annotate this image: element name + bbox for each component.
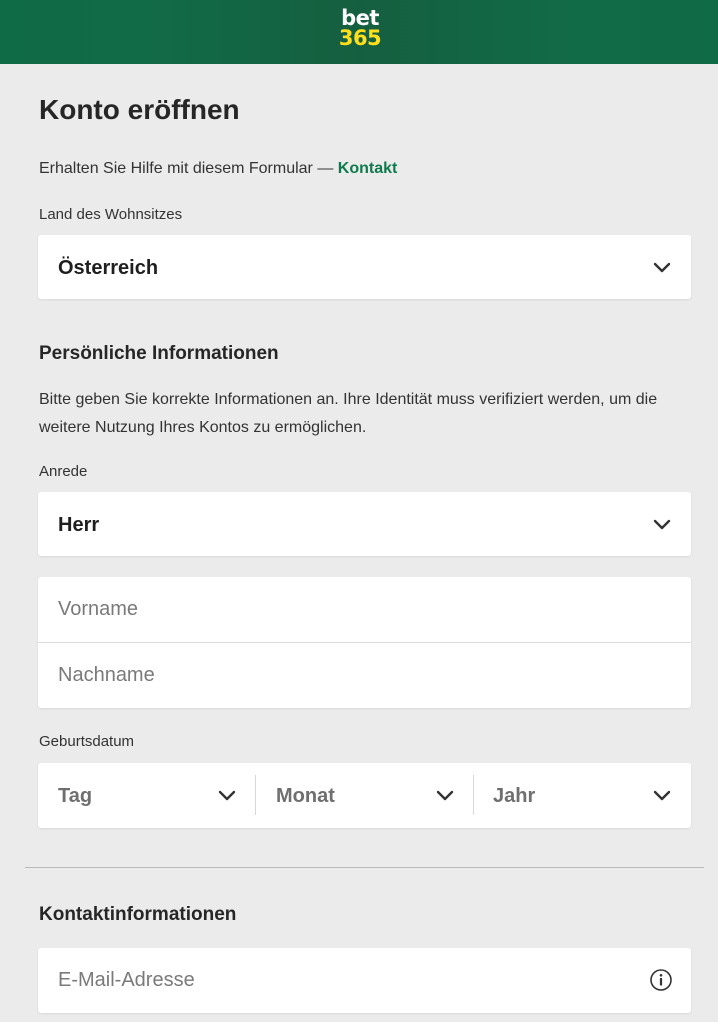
firstname-input[interactable] <box>58 577 638 642</box>
bet365-logo[interactable]: bet 365 <box>334 6 386 50</box>
chevron-down-icon <box>653 519 671 530</box>
lastname-field-wrapper <box>38 643 691 708</box>
email-input[interactable] <box>58 948 638 1013</box>
salutation-select[interactable]: Herr <box>38 492 691 556</box>
logo-text-top: bet <box>341 6 379 30</box>
chevron-down-icon <box>218 790 236 801</box>
top-header-bar: bet 365 <box>0 0 718 64</box>
lastname-input[interactable] <box>58 643 638 708</box>
firstname-field-wrapper <box>38 577 691 642</box>
contact-link[interactable]: Kontakt <box>338 160 398 177</box>
residence-select[interactable]: Österreich <box>38 235 691 299</box>
dob-year-value: Jahr <box>493 785 536 807</box>
chevron-down-icon <box>653 262 671 273</box>
logo-text-bottom: 365 <box>338 26 382 50</box>
dob-month-value: Monat <box>276 785 335 807</box>
residence-value: Österreich <box>58 257 159 279</box>
page-title: Konto eröffnen <box>39 94 240 125</box>
help-text: Erhalten Sie Hilfe mit diesem Formular — <box>39 160 338 177</box>
chevron-down-icon <box>436 790 454 801</box>
contact-info-heading: Kontaktinformationen <box>39 904 237 925</box>
email-field-wrapper <box>38 948 691 1013</box>
salutation-value: Herr <box>58 514 100 536</box>
dob-day-value: Tag <box>58 785 93 807</box>
chevron-down-icon <box>653 790 671 801</box>
section-divider <box>25 867 704 868</box>
dob-day-select[interactable]: Tag <box>38 763 255 828</box>
dob-year-select[interactable]: Jahr <box>473 763 691 828</box>
dob-month-select[interactable]: Monat <box>256 763 473 828</box>
name-field-group <box>38 577 691 708</box>
salutation-label: Anrede <box>39 463 88 480</box>
info-icon[interactable] <box>649 968 673 992</box>
help-line: Erhalten Sie Hilfe mit diesem Formular —… <box>39 160 397 178</box>
dob-field-group: Tag Monat Jahr <box>38 763 691 828</box>
dob-label: Geburtsdatum <box>39 733 135 750</box>
residence-label: Land des Wohnsitzes <box>39 206 183 223</box>
personal-info-description: Bitte geben Sie korrekte Informationen a… <box>39 391 658 436</box>
personal-info-heading: Persönliche Informationen <box>39 343 279 364</box>
